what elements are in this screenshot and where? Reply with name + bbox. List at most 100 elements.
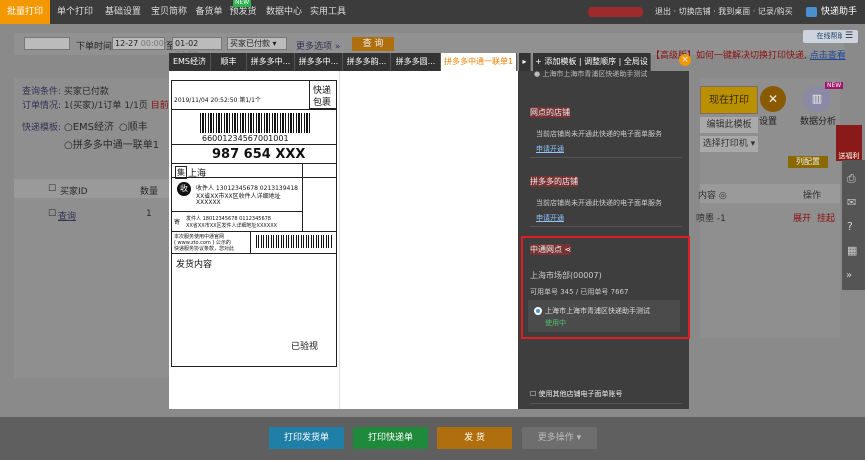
barcode-small <box>256 235 332 248</box>
modal-tab-pdd-zto-b[interactable]: 拼多多中... <box>295 53 343 71</box>
search-button[interactable]: 查 询 <box>352 37 394 51</box>
section3-title: 中通网点 ⋖ <box>530 244 572 255</box>
row-expand[interactable]: 展开 <box>793 211 811 224</box>
section1-title: 网点的店铺 <box>530 107 570 118</box>
print-shipping-list-button[interactable]: 打印发货单 <box>269 427 344 449</box>
tip-text: 如何一键解决切换打印快递, <box>696 51 807 61</box>
usage-stats: 可用单号 345 / 已用单号 7667 <box>530 288 629 296</box>
tab-arrow-icon[interactable]: ▸ <box>519 53 531 71</box>
notice-line3: 快递服务协议条款，您对此 <box>174 246 235 252</box>
ship-button[interactable]: 发 货 <box>437 427 512 449</box>
waybill-label: 2019/11/04 20:52:50 第1/1个 快递 包裹 66001234… <box>171 80 337 367</box>
tip-link[interactable]: 点击查看 <box>810 51 846 61</box>
query-condition: 查询条件: 买家已付款 <box>22 84 109 97</box>
select-printer-label: 选择打印机 <box>702 139 748 149</box>
rule-4 <box>172 177 337 178</box>
tab-item-alias[interactable]: 宝贝简称 <box>147 0 191 24</box>
tab-utilities[interactable]: 实用工具 <box>306 0 350 24</box>
settings-label: 设置 <box>759 117 778 127</box>
expand-icon[interactable]: » <box>846 270 852 281</box>
recv-mark: 收 <box>177 182 191 196</box>
new-badge: NEW <box>233 0 252 7</box>
qty-header: 数量 <box>140 187 159 197</box>
brand-line2: 包裹 <box>313 98 332 108</box>
divider-3 <box>530 403 682 404</box>
modal-tab-sf[interactable]: 顺丰 <box>211 53 247 71</box>
template-option-sf[interactable]: ○顺丰 <box>119 118 148 133</box>
send-line1: 发件人 18012345678 0112345678 <box>186 216 271 222</box>
analysis-label: 数据分析 <box>800 117 837 127</box>
rule-2 <box>172 144 337 145</box>
row-hold[interactable]: 挂起 <box>817 211 835 224</box>
date-to-input[interactable]: 01-02 23:59 <box>172 37 222 59</box>
share-icon[interactable]: ⋖ <box>565 245 572 254</box>
recv-line3: XXXXXX <box>196 199 221 206</box>
template-option-ems[interactable]: ○EMS经济 <box>64 118 114 133</box>
brand-box: 快递 包裹 <box>309 81 337 109</box>
query-label: 查询条件: <box>22 87 62 97</box>
tab-basic-settings[interactable]: 基础设置 <box>100 0 146 24</box>
content-header: 内容 ◎ <box>698 191 727 201</box>
time-from-value: 00:00 <box>140 39 164 48</box>
top-address-option[interactable]: ● 上海市上海市青浦区快递助手测试 <box>534 69 647 79</box>
section2-apply-link[interactable]: 申请开通 <box>536 213 564 223</box>
section1-desc: 当前店铺尚未开通此快递的电子面单服务 <box>536 130 662 138</box>
tools-icon[interactable]: ✕ <box>760 86 786 112</box>
column-config-button[interactable]: 列配置 <box>788 156 828 168</box>
rule-v2 <box>250 231 251 253</box>
row-checkbox[interactable]: ☐ <box>48 209 56 219</box>
print-now-button[interactable]: 现在打印 <box>700 86 758 114</box>
section2-desc: 当前店铺尚未开通此快递的电子面单服务 <box>536 199 662 207</box>
tab-stock-list[interactable]: 备货单 <box>191 0 227 24</box>
section1-apply-link[interactable]: 申请开通 <box>536 144 564 154</box>
address-option-card[interactable]: 上海市上海市青浦区快递助手测试 使用中 <box>528 300 680 332</box>
template-option-pdd[interactable]: ○拼多多中通一联单1 <box>64 136 159 151</box>
in-use-label: 使用中 <box>545 319 566 327</box>
edit-template-button[interactable]: 编辑此模板 <box>700 117 758 133</box>
top-address-text: 上海市上海市青浦区快递助手测试 <box>542 70 648 78</box>
template-label: 快递模板: <box>22 123 62 133</box>
order-summary: 订单情况: 1(买家)/1订单 1/1页 目前查询 <box>22 98 187 111</box>
preview-divider <box>339 71 340 409</box>
account-links[interactable]: 退出 · 切换店铺 · 我到桌面 · 记录/购买 <box>655 0 793 24</box>
modal-tab-pdd-zto-single[interactable]: 拼多多中通一联单1 <box>441 53 517 71</box>
query-value: 买家已付款 <box>63 87 109 97</box>
close-icon[interactable]: × <box>679 54 691 66</box>
order-value: 1(买家)/1订单 <box>63 101 122 111</box>
more-options-link[interactable]: 更多选项 » <box>296 39 340 52</box>
grid-icon[interactable]: ▦ <box>847 244 857 257</box>
redacted-shop-name <box>588 7 643 17</box>
rule-7 <box>172 253 337 254</box>
template-option-ems-label: EMS经济 <box>72 122 115 133</box>
date-to-value: 01-02 <box>175 39 199 48</box>
select-printer-button[interactable]: 选择打印机 ▾ <box>700 136 758 152</box>
tab-data-center[interactable]: 数据中心 <box>262 0 306 24</box>
page-indicator: 1/1页 <box>124 101 148 111</box>
modal-tab-pdd-yunda[interactable]: 拼多多韵... <box>343 53 391 71</box>
chat-icon[interactable]: ✉ <box>847 196 856 209</box>
brand-name: 快递助手 <box>821 7 858 17</box>
status-select[interactable]: 买家已付款 ▾ <box>227 37 287 50</box>
right-tool-sidebar: ⎙ ✉ ? ▦ » <box>842 160 865 290</box>
other-account-checkbox[interactable]: ☐ 使用其他店铺电子面单账号 <box>530 389 623 399</box>
chart-icon[interactable]: ▥ <box>803 86 831 112</box>
checkbox-all[interactable]: ☐ <box>48 184 56 194</box>
modal-tab-pdd-yto[interactable]: 拼多多圆... <box>391 53 441 71</box>
radio-selected-icon[interactable] <box>534 307 542 315</box>
tab-single-print[interactable]: 单个打印 <box>52 0 98 24</box>
modal-tab-pdd-zto-a[interactable]: 拼多多中... <box>247 53 295 71</box>
tab-batch-print[interactable]: 批量打印 <box>0 0 50 24</box>
modal-tab-ems[interactable]: EMS经济 <box>169 53 211 71</box>
order-time-label: 下单时间: <box>76 42 116 52</box>
gift-badge[interactable]: 送福利 <box>836 125 862 161</box>
waybill-datetime: 2019/11/04 20:52:50 第1/1个 <box>174 97 262 104</box>
printer-icon[interactable]: ⎙ <box>847 172 856 186</box>
more-actions-button[interactable]: 更多操作 ▾ <box>522 427 597 449</box>
collapse-icon[interactable]: ☰ <box>842 30 856 43</box>
print-express-button[interactable]: 打印快递单 <box>353 427 428 449</box>
date-from-input[interactable]: 12-27 00:00 <box>112 37 165 50</box>
row-buyer-link[interactable]: 查询 <box>58 209 76 222</box>
question-icon[interactable]: ? <box>847 220 853 233</box>
sort-code: 987 654 XXX <box>212 147 306 162</box>
shop-select[interactable] <box>24 37 70 50</box>
